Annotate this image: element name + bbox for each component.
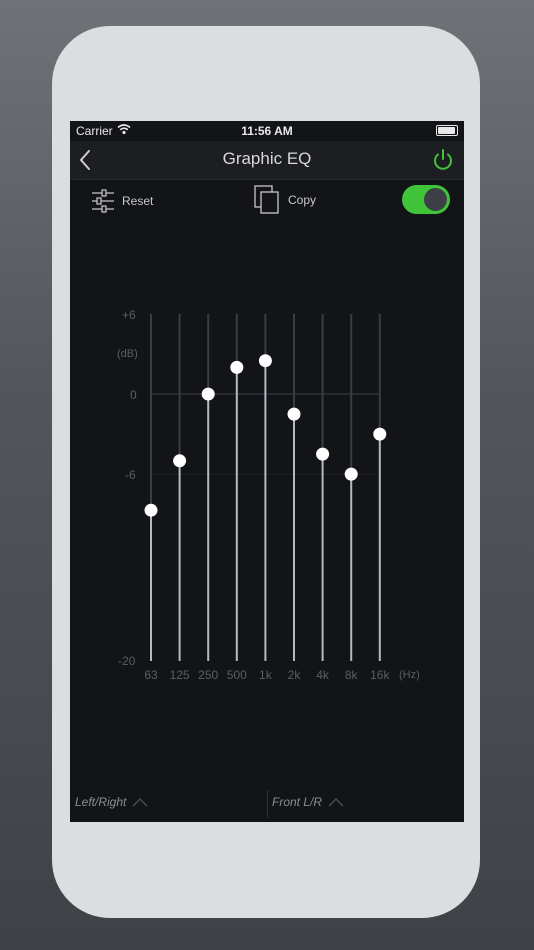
eq-slider-knob-125[interactable] xyxy=(173,454,187,468)
freq-label-250: 250 xyxy=(198,668,219,682)
freq-label-4k: 4k xyxy=(316,668,329,682)
bottom-divider xyxy=(267,790,268,818)
eq-slider-knob-4k[interactable] xyxy=(316,447,330,461)
db-tick-minus20: -20 xyxy=(118,654,136,668)
eq-slider-knob-16k[interactable] xyxy=(373,427,387,441)
chevron-up-icon xyxy=(132,797,148,806)
channel-selector-left-right[interactable]: Left/Right xyxy=(75,795,148,809)
chevron-up-icon xyxy=(328,797,344,806)
freq-label-8k: 8k xyxy=(344,668,358,682)
bottom-bar: Left/Right Front L/R xyxy=(70,786,464,822)
eq-slider-knob-63[interactable] xyxy=(144,503,158,517)
eq-panel: +6 (dB) 0 -6 -20 (Hz) 63 125 250 500 1k 2k 4k 8… xyxy=(70,121,464,822)
channel-front-label: Front L/R xyxy=(272,795,323,809)
eq-slider-knob-500[interactable] xyxy=(230,360,244,374)
freq-label-1k: 1k xyxy=(259,668,272,682)
freq-label-63: 63 xyxy=(144,668,158,682)
db-tick-plus6: +6 xyxy=(122,308,136,322)
eq-slider-knob-250[interactable] xyxy=(201,387,215,401)
db-tick-0: 0 xyxy=(130,388,137,402)
db-tick-minus6: -6 xyxy=(125,468,136,482)
app-screen: Carrier 11:56 AM Graphic EQ Reset Copy +… xyxy=(70,121,464,822)
db-unit-label: (dB) xyxy=(117,348,138,360)
freq-label-500: 500 xyxy=(226,668,247,682)
freq-label-16k: 16k xyxy=(370,668,390,682)
eq-slider-knob-1k[interactable] xyxy=(258,354,272,368)
freq-label-125: 125 xyxy=(169,668,190,682)
channel-left-right-label: Left/Right xyxy=(75,795,127,809)
freq-label-2k: 2k xyxy=(287,668,301,682)
channel-selector-front[interactable]: Front L/R xyxy=(272,795,344,809)
eq-slider-knob-2k[interactable] xyxy=(287,407,301,421)
hz-unit-label: (Hz) xyxy=(399,669,420,681)
eq-slider-knob-8k[interactable] xyxy=(344,467,358,481)
